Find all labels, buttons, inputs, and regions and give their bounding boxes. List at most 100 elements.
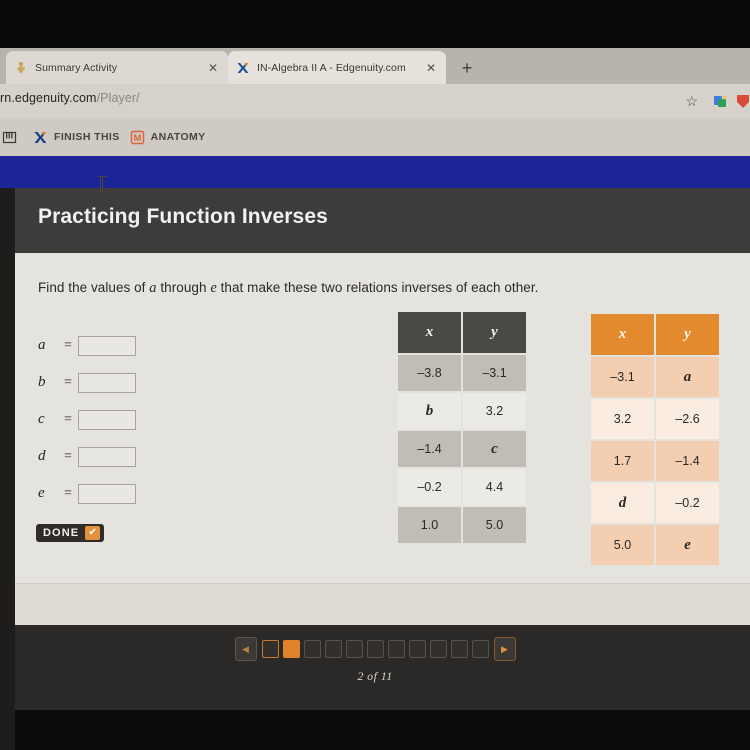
pagination-dot-2[interactable]: [282, 640, 300, 658]
bookmark-star-icon[interactable]: ☆: [685, 93, 698, 109]
table-row: –1.4 c: [398, 431, 526, 467]
bookmark-label: FINISH THIS: [54, 131, 120, 143]
field-label-e: e: [38, 485, 45, 501]
extension-icon-1[interactable]: [713, 94, 728, 109]
bookmark-item-anatomy[interactable]: M ANATOMY: [130, 130, 206, 145]
omnibox-row: rn.edgenuity.com/Player/ ☆: [0, 84, 750, 118]
answer-row-b: b =: [38, 364, 136, 401]
close-icon[interactable]: ✕: [424, 62, 438, 74]
answer-row-d: d =: [38, 438, 136, 475]
pagination-dot-11[interactable]: [471, 640, 489, 658]
address-bar[interactable]: rn.edgenuity.com/Player/: [0, 91, 140, 105]
equals-sign: =: [64, 337, 72, 353]
table-row: b 3.2: [398, 393, 526, 429]
browser-tab-algebra-edgenuity[interactable]: IN-Algebra II A - Edgenuity.com ✕: [228, 51, 446, 84]
relation-table-2: x y –3.1 a 3.2 –2.6 1.7 –1.4 d –0.2 5.0 …: [589, 312, 721, 567]
cell-x: –0.2: [398, 469, 461, 505]
cell-x: 3.2: [591, 399, 654, 439]
pagination-dot-1[interactable]: [261, 640, 279, 658]
bookmark-item-piano[interactable]: [2, 130, 23, 145]
tab-title: IN-Algebra II A - Edgenuity.com: [257, 61, 406, 74]
photo-bottom-band: [0, 710, 750, 750]
table-header-row: x y: [591, 314, 719, 355]
check-icon: ✔: [85, 526, 101, 540]
equals-sign: =: [64, 448, 72, 464]
pagination-dot-3[interactable]: [303, 640, 321, 658]
pagination-dot-8[interactable]: [408, 640, 426, 658]
column-header-y: y: [463, 312, 526, 353]
done-button-label: DONE: [43, 527, 80, 539]
person-figure-icon: [14, 61, 28, 75]
app-blue-bar: [0, 156, 750, 188]
field-label-b: b: [38, 374, 46, 390]
extension-icon-2[interactable]: [736, 94, 750, 109]
browser-tab-summary-activity[interactable]: Summary Activity ✕: [6, 51, 228, 84]
tab-strip: Summary Activity ✕ IN-Algebra II A - Edg…: [0, 48, 750, 84]
cell-x: –3.8: [398, 355, 461, 391]
cell-y: –0.2: [656, 483, 719, 523]
cell-x: 1.7: [591, 441, 654, 481]
column-header-x: x: [398, 312, 461, 353]
photo-top-band: [0, 0, 750, 48]
cell-y: –2.6: [656, 399, 719, 439]
pagination-dot-5[interactable]: [345, 640, 363, 658]
cell-x: d: [591, 483, 654, 523]
column-header-y: y: [656, 314, 719, 355]
text-cursor-icon: [98, 176, 107, 192]
done-button[interactable]: DONE ✔: [36, 524, 105, 542]
next-page-button[interactable]: ▶: [493, 637, 516, 661]
cell-x: –3.1: [591, 357, 654, 397]
bookmark-item-finish-this[interactable]: FINISH THIS: [33, 130, 120, 145]
new-tab-button[interactable]: +: [456, 57, 478, 79]
input-e[interactable]: [77, 483, 136, 504]
table-header-row: x y: [398, 312, 526, 353]
field-label-c: c: [38, 411, 45, 427]
pagination-dot-6[interactable]: [366, 640, 384, 658]
app-header: Practicing Function Inverses: [0, 188, 750, 253]
page-title: Practicing Function Inverses: [38, 205, 328, 228]
activity-card-footer: [15, 583, 750, 625]
pagination-dot-4[interactable]: [324, 640, 342, 658]
field-label-a: a: [38, 337, 46, 353]
input-b[interactable]: [77, 372, 136, 393]
prev-page-button[interactable]: ◀: [234, 637, 257, 661]
equals-sign: =: [64, 485, 72, 501]
cell-y: –3.1: [463, 355, 526, 391]
table-row: 3.2 –2.6: [591, 399, 719, 439]
cell-x: –1.4: [398, 431, 461, 467]
question-prompt: Find the values of a through e that make…: [38, 280, 538, 297]
activity-navbar: ◀ ▶ 2 of 11: [0, 625, 750, 710]
url-host: rn.edgenuity.com: [0, 91, 97, 105]
prompt-var-a: a: [149, 280, 157, 296]
m-letter-icon: M: [130, 130, 145, 145]
photo-frame: Summary Activity ✕ IN-Algebra II A - Edg…: [0, 0, 750, 750]
column-header-x: x: [591, 314, 654, 355]
input-a[interactable]: [77, 335, 136, 356]
cell-x: 5.0: [591, 525, 654, 565]
input-d[interactable]: [77, 446, 136, 467]
pagination-dot-10[interactable]: [450, 640, 468, 658]
pagination-dot-9[interactable]: [429, 640, 447, 658]
cell-y: –1.4: [656, 441, 719, 481]
pagination-dots: [261, 640, 489, 658]
table-row: –0.2 4.4: [398, 469, 526, 505]
cell-y: a: [656, 357, 719, 397]
cell-x: b: [398, 393, 461, 429]
equals-sign: =: [64, 411, 72, 427]
prompt-post: that make these two relations inverses o…: [216, 280, 539, 295]
field-label-d: d: [38, 448, 46, 464]
prompt-mid: through: [156, 280, 211, 295]
close-icon[interactable]: ✕: [206, 62, 220, 74]
answer-row-e: e =: [38, 475, 136, 512]
answer-row-c: c =: [38, 401, 136, 438]
pagination-dot-7[interactable]: [387, 640, 405, 658]
answer-fields: a = b = c = d = e =: [38, 327, 136, 512]
cell-y: 5.0: [463, 507, 526, 543]
input-c[interactable]: [77, 409, 136, 430]
cell-y: 4.4: [463, 469, 526, 505]
bookmark-label: ANATOMY: [150, 131, 206, 143]
table-row: 5.0 e: [591, 525, 719, 565]
equals-sign: =: [64, 374, 72, 390]
table-row: 1.7 –1.4: [591, 441, 719, 481]
relation-table-1: x y –3.8 –3.1 b 3.2 –1.4 c –0.2 4.4 1.0 …: [396, 310, 528, 545]
